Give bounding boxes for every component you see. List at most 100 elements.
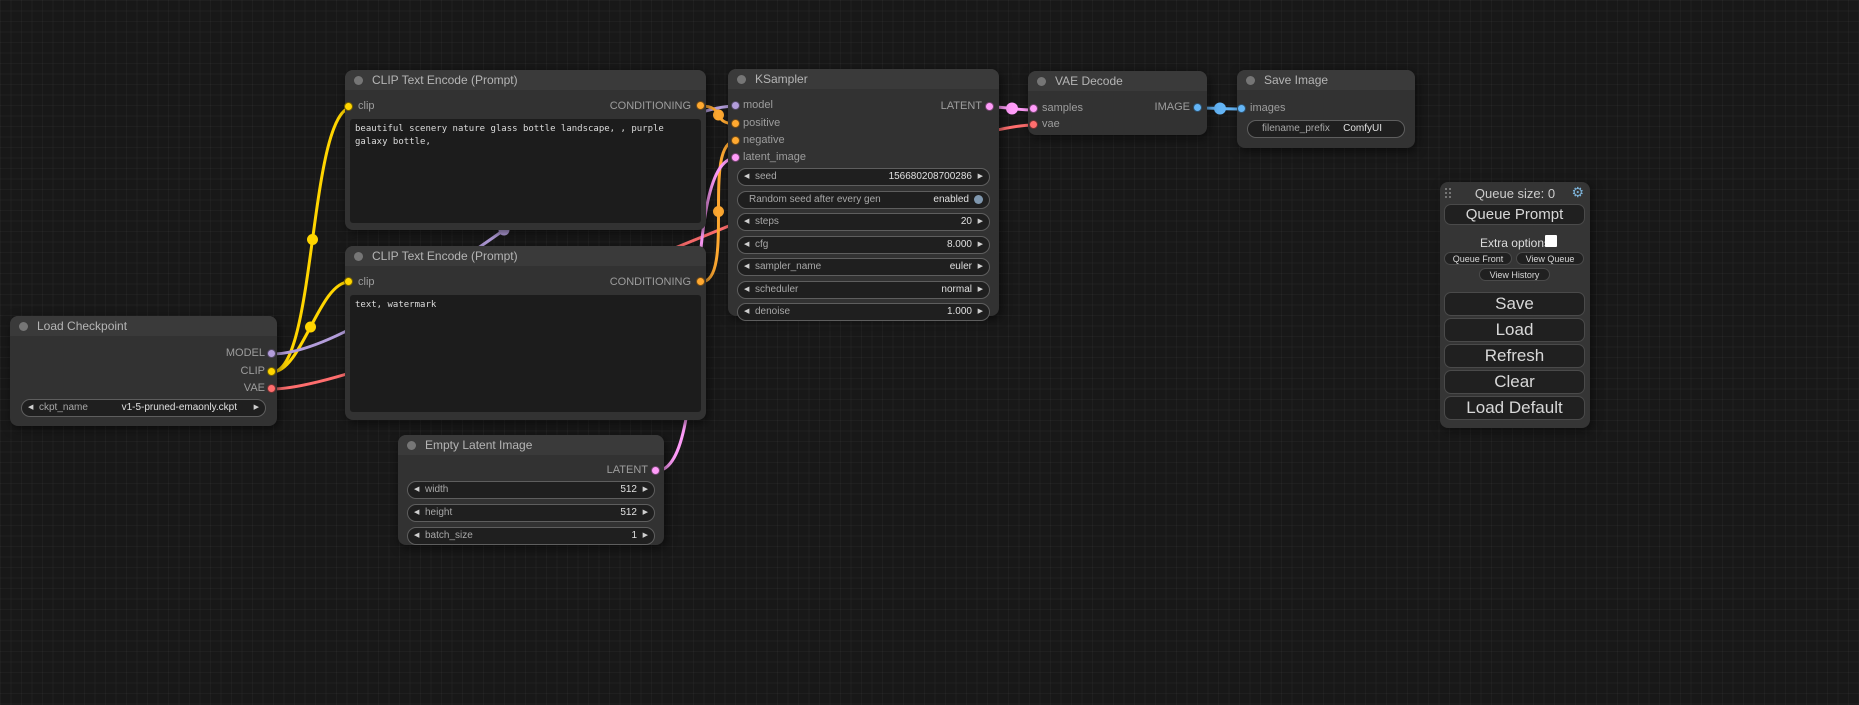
decrement-arrow-icon[interactable]: ◀ — [744, 214, 749, 229]
widget-value: enabled — [933, 192, 969, 207]
model-output-port[interactable] — [267, 349, 276, 358]
load-button[interactable]: Load — [1444, 318, 1585, 342]
negative-input-port[interactable] — [731, 136, 740, 145]
increment-arrow-icon[interactable]: ▶ — [978, 237, 983, 252]
decrement-arrow-icon[interactable]: ◀ — [744, 282, 749, 297]
increment-arrow-icon[interactable]: ▶ — [978, 214, 983, 229]
input-label-model: model — [743, 99, 773, 111]
load-default-button[interactable]: Load Default — [1444, 396, 1585, 420]
queue-prompt-button[interactable]: Queue Prompt — [1444, 204, 1585, 225]
model-input-port[interactable] — [731, 101, 740, 110]
decrement-arrow-icon[interactable]: ◀ — [744, 169, 749, 184]
output-label-latent: LATENT — [607, 464, 648, 476]
increment-arrow-icon[interactable]: ▶ — [978, 259, 983, 274]
collapse-dot[interactable] — [19, 322, 28, 331]
latent-image-input-port[interactable] — [731, 153, 740, 162]
latent-output-port[interactable] — [985, 102, 994, 111]
save-button[interactable]: Save — [1444, 292, 1585, 316]
random-seed-toggle-widget[interactable]: Random seed after every gen enabled — [737, 191, 990, 209]
width-widget[interactable]: ◀ width 512 ▶ — [407, 481, 655, 499]
clip-output-port[interactable] — [267, 367, 276, 376]
increment-arrow-icon[interactable]: ▶ — [643, 528, 648, 543]
decrement-arrow-icon[interactable]: ◀ — [414, 482, 419, 497]
output-label-conditioning: CONDITIONING — [610, 100, 691, 112]
ckpt-name-widget[interactable]: ◀ ckpt_name v1-5-pruned-emaonly.ckpt ▶ — [21, 399, 266, 417]
queue-front-button[interactable]: Queue Front — [1444, 252, 1512, 265]
widget-label: seed — [755, 169, 777, 184]
node-empty-latent-image[interactable]: Empty Latent Image LATENT ◀ width 512 ▶ … — [398, 435, 664, 545]
clip-input-port[interactable] — [344, 102, 353, 111]
increment-arrow-icon[interactable]: ▶ — [978, 304, 983, 319]
toggle-indicator[interactable] — [974, 195, 983, 204]
positive-input-port[interactable] — [731, 119, 740, 128]
widget-label: height — [425, 505, 452, 520]
samples-input-port[interactable] — [1029, 104, 1038, 113]
increment-arrow-icon[interactable]: ▶ — [643, 505, 648, 520]
images-input-port[interactable] — [1237, 104, 1246, 113]
node-ksampler[interactable]: KSampler model positive negative latent_… — [728, 69, 999, 316]
decrement-arrow-icon[interactable]: ◀ — [414, 528, 419, 543]
denoise-widget[interactable]: ◀ denoise 1.000 ▶ — [737, 303, 990, 321]
vae-output-port[interactable] — [267, 384, 276, 393]
clip-input-port[interactable] — [344, 277, 353, 286]
view-history-button[interactable]: View History — [1479, 268, 1550, 281]
increment-arrow-icon[interactable]: ▶ — [643, 482, 648, 497]
prompt-textarea[interactable]: text, watermark — [350, 295, 701, 412]
increment-arrow-icon[interactable]: ▶ — [254, 400, 259, 415]
latent-output-port[interactable] — [651, 466, 660, 475]
widget-value: normal — [941, 282, 972, 297]
decrement-arrow-icon[interactable]: ◀ — [744, 237, 749, 252]
sampler-name-widget[interactable]: ◀ sampler_name euler ▶ — [737, 258, 990, 276]
node-graph-canvas[interactable]: Load Checkpoint MODEL CLIP VAE ◀ ckpt_na… — [0, 0, 1859, 705]
node-title: CLIP Text Encode (Prompt) — [345, 246, 706, 266]
node-title: Empty Latent Image — [398, 435, 664, 455]
widget-label: cfg — [755, 237, 768, 252]
collapse-dot[interactable] — [407, 441, 416, 450]
gear-icon[interactable]: ⚙ — [1571, 184, 1584, 201]
output-label-latent: LATENT — [941, 100, 982, 112]
batch-size-widget[interactable]: ◀ batch_size 1 ▶ — [407, 527, 655, 545]
widget-value: 1.000 — [947, 304, 972, 319]
steps-widget[interactable]: ◀ steps 20 ▶ — [737, 213, 990, 231]
widget-value: 8.000 — [947, 237, 972, 252]
input-label-samples: samples — [1042, 102, 1083, 114]
input-label-vae: vae — [1042, 118, 1060, 130]
output-label-model: MODEL — [226, 347, 265, 359]
node-clip-text-encode-positive[interactable]: CLIP Text Encode (Prompt) clip CONDITION… — [345, 70, 706, 230]
collapse-dot[interactable] — [1037, 77, 1046, 86]
view-queue-button[interactable]: View Queue — [1516, 252, 1584, 265]
decrement-arrow-icon[interactable]: ◀ — [414, 505, 419, 520]
decrement-arrow-icon[interactable]: ◀ — [744, 259, 749, 274]
node-title: Load Checkpoint — [10, 316, 277, 336]
collapse-dot[interactable] — [354, 252, 363, 261]
clear-button[interactable]: Clear — [1444, 370, 1585, 394]
widget-label: Random seed after every gen — [749, 192, 881, 207]
conditioning-output-port[interactable] — [696, 277, 705, 286]
collapse-dot[interactable] — [737, 75, 746, 84]
node-title: VAE Decode — [1028, 71, 1207, 91]
cfg-widget[interactable]: ◀ cfg 8.000 ▶ — [737, 236, 990, 254]
prompt-textarea[interactable]: beautiful scenery nature glass bottle la… — [350, 119, 701, 223]
decrement-arrow-icon[interactable]: ◀ — [744, 304, 749, 319]
height-widget[interactable]: ◀ height 512 ▶ — [407, 504, 655, 522]
collapse-dot[interactable] — [1246, 76, 1255, 85]
widget-label: filename_prefix — [1262, 121, 1330, 136]
scheduler-widget[interactable]: ◀ scheduler normal ▶ — [737, 281, 990, 299]
node-load-checkpoint[interactable]: Load Checkpoint MODEL CLIP VAE ◀ ckpt_na… — [10, 316, 277, 426]
collapse-dot[interactable] — [354, 76, 363, 85]
increment-arrow-icon[interactable]: ▶ — [978, 169, 983, 184]
image-output-port[interactable] — [1193, 103, 1202, 112]
decrement-arrow-icon[interactable]: ◀ — [28, 400, 33, 415]
filename-prefix-widget[interactable]: filename_prefix ComfyUI — [1247, 120, 1405, 138]
node-vae-decode[interactable]: VAE Decode samples vae IMAGE — [1028, 71, 1207, 135]
refresh-button[interactable]: Refresh — [1444, 344, 1585, 368]
increment-arrow-icon[interactable]: ▶ — [978, 282, 983, 297]
widget-value: 20 — [961, 214, 972, 229]
seed-widget[interactable]: ◀ seed 156680208700286 ▶ — [737, 168, 990, 186]
node-save-image[interactable]: Save Image images filename_prefix ComfyU… — [1237, 70, 1415, 148]
widget-value: 512 — [620, 505, 637, 520]
conditioning-output-port[interactable] — [696, 101, 705, 110]
vae-input-port[interactable] — [1029, 120, 1038, 129]
extra-options-checkbox[interactable] — [1545, 235, 1557, 247]
node-clip-text-encode-negative[interactable]: CLIP Text Encode (Prompt) clip CONDITION… — [345, 246, 706, 420]
